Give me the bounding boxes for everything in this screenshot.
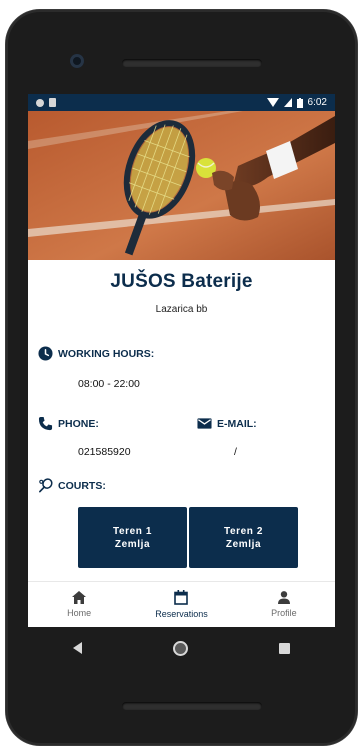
nav-item-profile[interactable]: Profile (233, 582, 335, 627)
phone-label: PHONE: (58, 417, 99, 430)
calendar-icon (174, 590, 189, 605)
courts-heading: COURTS: (38, 478, 106, 493)
courts-label: COURTS: (58, 479, 106, 492)
bottom-navigation: Home Reservations Profile (28, 581, 335, 627)
email-label: E-MAIL: (217, 417, 257, 430)
status-time: 6:02 (307, 97, 327, 108)
system-home-icon[interactable] (172, 640, 188, 656)
mail-icon (197, 418, 212, 429)
venue-name: JUŠOS Baterije (110, 271, 253, 292)
battery-icon (296, 97, 303, 108)
court-button-teren-1[interactable]: Teren 1 Zemlja (78, 507, 187, 568)
tennis-racket-icon (39, 478, 53, 493)
phone-icon (38, 416, 53, 431)
notification-dot-icon (36, 98, 44, 107)
nav-item-reservations[interactable]: Reservations (130, 582, 232, 627)
recent-apps-icon[interactable] (278, 642, 290, 654)
status-bar: 6:02 (28, 94, 335, 111)
top-speaker (122, 59, 262, 67)
nav-label-profile: Profile (271, 608, 297, 618)
working-hours-heading: WORKING HOURS: (38, 346, 154, 361)
app-screen: 6:02 JUŠOS Baterije Lazarica bb WORKING … (28, 94, 335, 627)
venue-address: Lazarica bb (155, 304, 208, 315)
email-heading: E-MAIL: (197, 416, 257, 431)
court-button-teren-2[interactable]: Teren 2 Zemlja (189, 507, 298, 568)
clock-icon (38, 346, 53, 361)
back-icon[interactable] (73, 642, 83, 654)
phone-value: 021585920 (78, 446, 131, 458)
nav-item-home[interactable]: Home (28, 582, 130, 627)
bottom-speaker (122, 702, 262, 710)
working-hours-label: WORKING HOURS: (58, 347, 155, 360)
working-hours-value: 08:00 - 22:00 (78, 378, 140, 390)
phone-heading: PHONE: (38, 416, 99, 431)
nav-label-reservations: Reservations (155, 609, 208, 619)
home-icon (72, 591, 87, 604)
venue-hero-image (28, 111, 335, 260)
email-value: / (234, 446, 237, 458)
person-icon (277, 591, 290, 604)
nav-label-home: Home (67, 608, 92, 618)
wifi-icon (266, 98, 279, 107)
front-camera (70, 54, 84, 68)
sim-card-icon (49, 98, 56, 107)
system-navigation-bar (28, 627, 335, 669)
signal-icon (283, 98, 292, 107)
